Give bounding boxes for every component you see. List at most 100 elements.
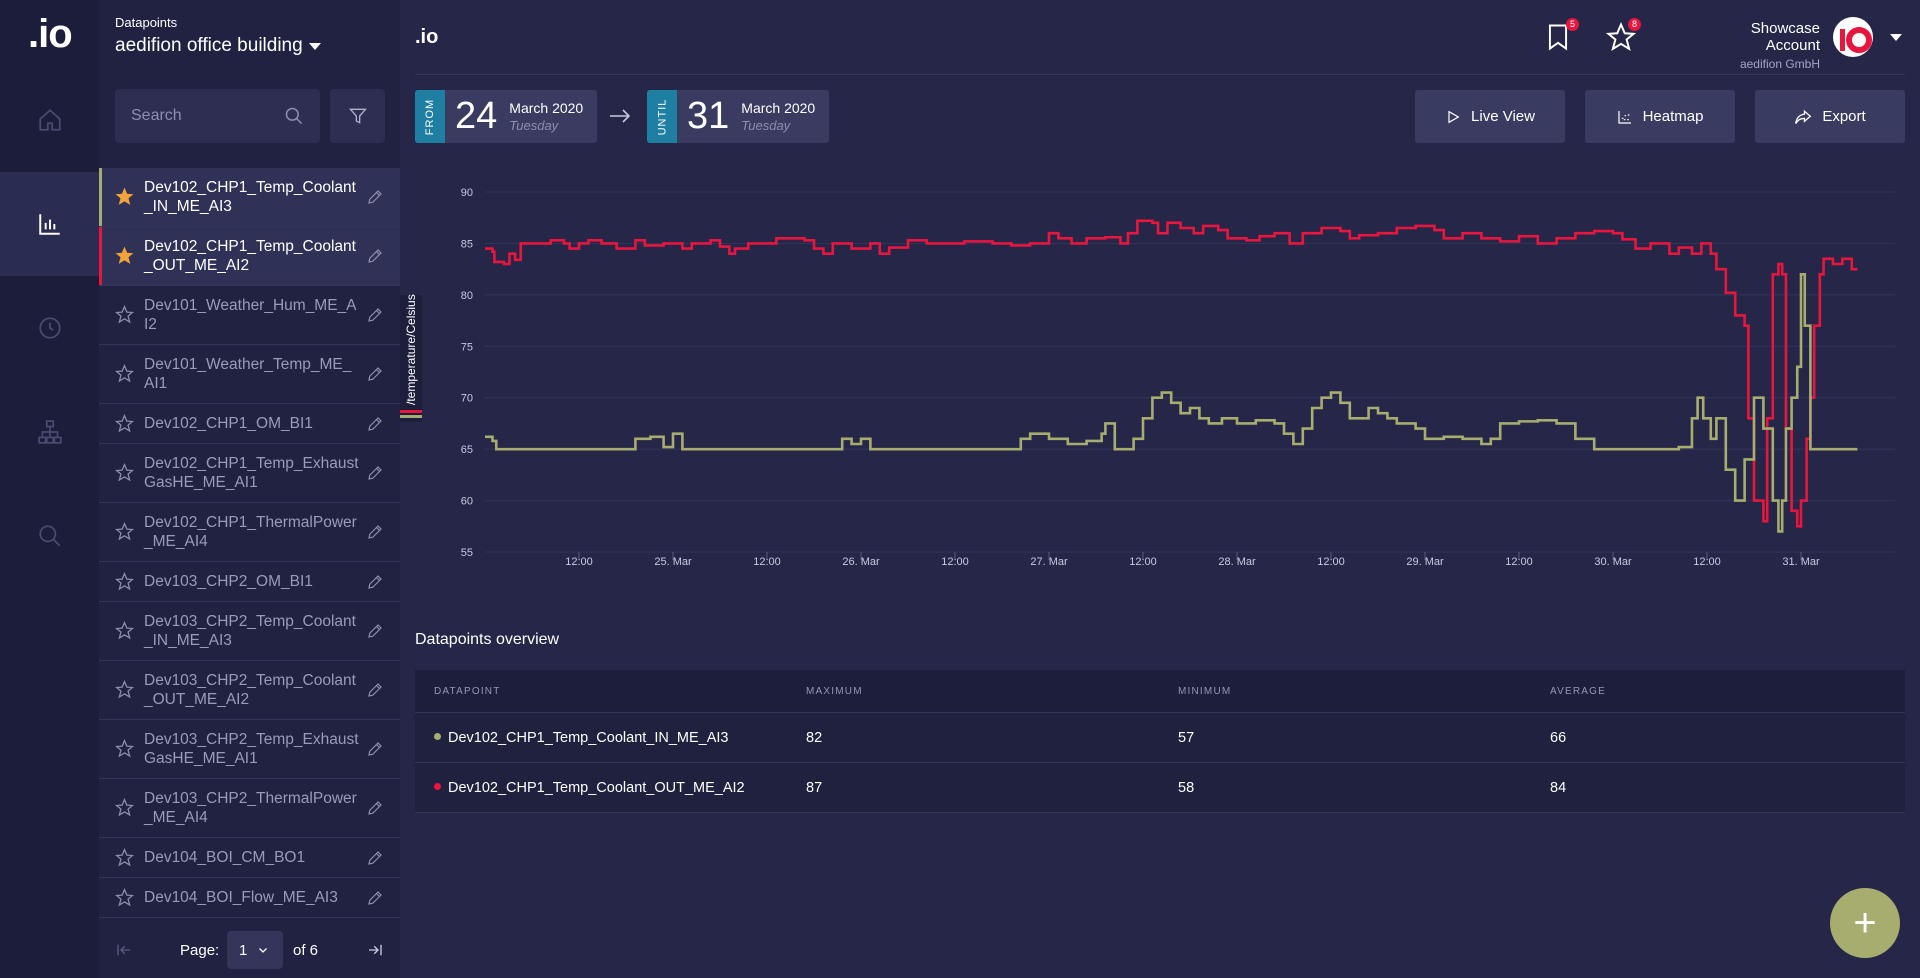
live-view-button[interactable]: Live View	[1415, 90, 1565, 143]
col-datapoint[interactable]: DATAPOINT	[415, 686, 787, 697]
export-button[interactable]: Export	[1755, 90, 1905, 143]
until-day: 31	[687, 95, 730, 137]
x-tick-label: 26. Mar	[842, 556, 880, 568]
filter-icon	[348, 108, 367, 124]
series-color-bar	[99, 227, 102, 285]
datapoint-item[interactable]: Dev103_CHP2_Temp_ExhaustGasHE_ME_AI1	[99, 720, 400, 779]
search-icon[interactable]	[284, 106, 304, 126]
datapoint-item[interactable]: Dev104_BOI_Flow_ME_AI3	[99, 878, 400, 918]
datapoint-item[interactable]: Dev101_Weather_Hum_ME_AI2	[99, 286, 400, 345]
series-line	[485, 272, 1858, 533]
nav-home[interactable]	[0, 68, 99, 172]
datapoint-item[interactable]: Dev102_CHP1_Temp_Coolant_IN_ME_AI3	[99, 168, 400, 227]
x-tick-label: 12:00	[1693, 556, 1721, 568]
last-page-icon[interactable]	[366, 941, 384, 959]
nav-hierarchy[interactable]	[0, 380, 99, 484]
star-icon[interactable]	[115, 305, 134, 324]
star-icon[interactable]	[115, 621, 134, 640]
date-until[interactable]: UNTIL 31 March 2020 Tuesday	[647, 90, 829, 143]
sidebar-title: Datapoints	[115, 15, 178, 30]
pencil-icon[interactable]	[366, 247, 384, 265]
star-icon[interactable]	[115, 887, 134, 907]
pencil-icon[interactable]	[366, 188, 384, 206]
row-max: 82	[806, 729, 823, 746]
datapoint-item[interactable]: Dev104_BOI_CM_BO1	[99, 838, 400, 878]
star-icon[interactable]	[115, 847, 134, 867]
datapoint-label: Dev104_BOI_Flow_ME_AI3	[144, 889, 338, 906]
pencil-icon[interactable]	[366, 523, 384, 541]
temperature-chart[interactable]: 90 85 80 75 70 65 60 55 12:00 25. Mar 12:00 26. Mar…	[400, 170, 1920, 580]
star-icon[interactable]	[115, 798, 134, 817]
from-weekday: Tuesday	[509, 118, 559, 133]
arrow-right-icon	[610, 109, 631, 123]
datapoint-item[interactable]: Dev102_CHP1_Temp_Coolant_OUT_ME_AI2	[99, 227, 400, 286]
heatmap-button[interactable]: Heatmap	[1585, 90, 1735, 143]
page-select[interactable]: 1	[227, 931, 283, 969]
star-icon[interactable]	[115, 463, 134, 482]
pencil-icon[interactable]	[366, 889, 384, 907]
datapoint-item[interactable]: Dev103_CHP2_Temp_Coolant_IN_ME_AI3	[99, 602, 400, 661]
pencil-icon[interactable]	[366, 740, 384, 758]
pencil-icon[interactable]	[366, 799, 384, 817]
star-filled-icon[interactable]	[115, 246, 134, 265]
table-row[interactable]: Dev102_CHP1_Temp_Coolant_OUT_ME_AI2 87 5…	[415, 763, 1905, 813]
row-min: 58	[1178, 779, 1195, 796]
page-total: of 6	[293, 941, 319, 959]
datapoint-item[interactable]: Dev102_CHP1_OM_BI1	[99, 404, 400, 444]
star-icon[interactable]	[115, 364, 134, 383]
star-icon[interactable]	[115, 571, 134, 591]
pencil-icon[interactable]	[366, 622, 384, 640]
datapoint-item[interactable]: Dev101_Weather_Temp_ME_AI1	[99, 345, 400, 404]
account-info[interactable]: Showcase Account aedifion GmbH	[1702, 20, 1820, 71]
bookmarks-button[interactable]: 5	[1544, 18, 1579, 54]
building-selector[interactable]: aedifion office building	[115, 35, 321, 57]
search-input[interactable]	[131, 107, 271, 125]
col-average[interactable]: AVERAGE	[1531, 686, 1903, 697]
datapoint-item[interactable]: Dev103_CHP2_ThermalPower_ME_AI4	[99, 779, 400, 838]
filter-button[interactable]	[330, 89, 385, 143]
star-icon[interactable]	[115, 739, 134, 758]
datapoint-item[interactable]: Dev102_CHP1_Temp_ExhaustGasHE_ME_AI1	[99, 444, 400, 503]
datapoint-label: Dev102_CHP1_Temp_ExhaustGasHE_ME_AI1	[144, 455, 359, 491]
account-name: Showcase Account	[1750, 20, 1820, 54]
pencil-icon[interactable]	[366, 849, 384, 867]
datapoint-label: Dev101_Weather_Temp_ME_AI1	[144, 356, 352, 392]
pencil-icon[interactable]	[366, 365, 384, 383]
star-filled-icon[interactable]	[115, 187, 134, 206]
header-divider	[415, 74, 1905, 75]
pencil-icon[interactable]	[366, 573, 384, 591]
search-box[interactable]	[115, 89, 320, 143]
pencil-icon[interactable]	[366, 415, 384, 433]
row-max: 87	[806, 779, 823, 796]
star-icon[interactable]	[115, 413, 134, 433]
datapoint-label: Dev103_CHP2_Temp_Coolant_IN_ME_AI3	[144, 613, 356, 649]
favorites-button[interactable]: 8	[1605, 18, 1641, 54]
table-row[interactable]: Dev102_CHP1_Temp_Coolant_IN_ME_AI3 82 57…	[415, 713, 1905, 763]
first-page-icon[interactable]	[115, 941, 133, 959]
row-datapoint: Dev102_CHP1_Temp_Coolant_OUT_ME_AI2	[448, 779, 745, 796]
nav-history[interactable]	[0, 276, 99, 380]
pencil-icon[interactable]	[366, 681, 384, 699]
star-icon[interactable]	[115, 680, 134, 699]
favorites-badge: 8	[1628, 18, 1641, 31]
add-button[interactable]: +	[1830, 888, 1900, 958]
app-logo[interactable]: .io	[28, 12, 73, 57]
clock-icon	[38, 317, 61, 339]
nav-analytics[interactable]	[0, 172, 99, 276]
col-maximum[interactable]: MAXIMUM	[787, 686, 1159, 697]
account-caret-icon[interactable]	[1890, 34, 1902, 41]
pencil-icon[interactable]	[366, 464, 384, 482]
date-from[interactable]: FROM 24 March 2020 Tuesday	[415, 90, 597, 143]
col-minimum[interactable]: MINIMUM	[1159, 686, 1531, 697]
heatmap-label: Heatmap	[1642, 108, 1704, 125]
live-view-label: Live View	[1471, 108, 1535, 125]
pencil-icon[interactable]	[366, 306, 384, 324]
star-icon[interactable]	[115, 522, 134, 541]
avatar[interactable]	[1833, 17, 1873, 57]
datapoint-item[interactable]: Dev103_CHP2_Temp_Coolant_OUT_ME_AI2	[99, 661, 400, 720]
y-tick-label: 80	[461, 290, 473, 302]
datapoint-item[interactable]: Dev103_CHP2_OM_BI1	[99, 562, 400, 602]
datapoint-item[interactable]: Dev102_CHP1_ThermalPower_ME_AI4	[99, 503, 400, 562]
nav-search[interactable]	[0, 484, 99, 588]
datapoint-label: Dev103_CHP2_ThermalPower_ME_AI4	[144, 790, 357, 826]
